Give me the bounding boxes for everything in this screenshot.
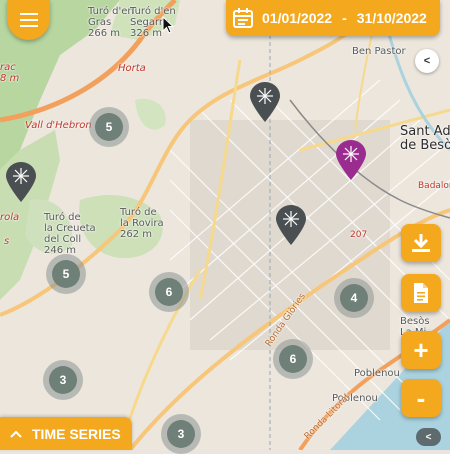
date-end: 31/10/2022 [356,10,427,26]
location-pin[interactable] [276,205,306,245]
cluster-marker[interactable]: 5 [89,107,129,147]
cluster-count: 5 [95,113,123,141]
map-label-left-rola: rola [0,212,20,223]
cluster-marker[interactable]: 4 [334,278,374,318]
map-label-vall-hebron: Vall d'Hebron [25,120,92,131]
map-label-left-rac: rac 8 m [0,62,20,84]
location-pin-selected[interactable] [336,140,366,180]
map-label-turo-creueta: Turó de la Creueta del Coll 246 m [44,212,96,256]
cluster-count: 4 [340,284,368,312]
chevron-up-icon [10,430,22,438]
date-range-selector[interactable]: 01/01/2022 - 31/10/2022 [226,0,440,36]
map-label-left-s: s [4,236,10,247]
cluster-count: 3 [167,420,195,448]
map-label-turo-rovira: Turó de la Rovira 262 m [120,207,164,240]
location-pin[interactable] [250,82,280,122]
cluster-count: 3 [49,366,77,394]
map-label-ben-pastor: Ben Pastor [352,46,406,57]
time-series-toggle[interactable]: TIME SERIES [0,417,132,450]
download-button[interactable] [401,224,441,262]
zoom-in-button[interactable]: + [401,331,441,369]
map-label-sant-adria: Sant Adrde Besò [400,124,450,153]
cluster-count: 5 [52,260,80,288]
hamburger-icon [19,13,38,27]
cluster-count: 6 [155,278,183,306]
collapse-panel-button[interactable]: < [415,49,439,73]
map-label-badalona: Badalon [418,181,450,191]
time-series-label: TIME SERIES [32,425,121,442]
map-label-horta: Horta [118,63,146,74]
collapse-bottom-button[interactable]: < [416,428,441,446]
download-icon [412,234,430,252]
cluster-count: 6 [279,345,307,373]
zoom-out-button[interactable]: - [401,379,441,417]
date-separator: - [342,10,347,26]
map-label-poblenou-1: Poblenou [354,368,400,379]
map-label-207: 207 [350,230,368,240]
mouse-cursor-icon [162,16,174,34]
plus-icon: + [413,335,429,365]
date-start: 01/01/2022 [262,10,333,26]
cluster-marker[interactable]: 3 [161,414,201,454]
document-icon [414,283,428,303]
cluster-marker[interactable]: 6 [273,339,313,379]
map-canvas[interactable]: Turó d'en Gras 266 m Turó d'en Segarra 326 m… [0,0,450,454]
minus-icon: - [416,383,426,413]
cluster-marker[interactable]: 6 [149,272,189,312]
map-label-turo-gras: Turó d'en Gras 266 m [88,6,134,39]
calendar-icon [233,8,253,28]
cluster-marker[interactable]: 5 [46,254,86,294]
cluster-marker[interactable]: 3 [43,360,83,400]
location-pin[interactable] [6,162,36,202]
report-button[interactable] [401,274,441,312]
